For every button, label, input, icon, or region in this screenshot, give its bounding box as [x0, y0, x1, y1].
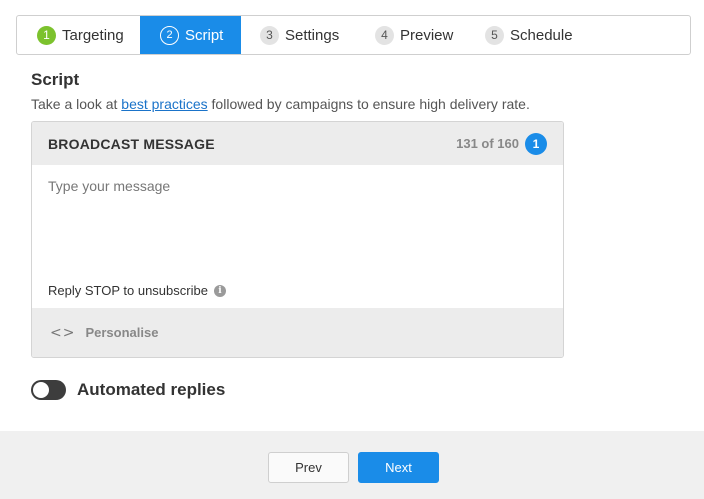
section-title: Script — [31, 70, 80, 89]
info-icon[interactable]: i — [213, 284, 226, 297]
character-count: 131 of 160 — [456, 136, 519, 151]
step-preview[interactable]: 4 Preview — [357, 16, 471, 54]
step-settings[interactable]: 3 Settings — [241, 16, 357, 54]
next-button[interactable]: Next — [358, 452, 439, 483]
message-input[interactable] — [48, 178, 548, 268]
prev-button[interactable]: Prev — [268, 452, 349, 483]
step-script[interactable]: 2 Script — [140, 16, 241, 54]
toggle-knob — [33, 382, 49, 398]
step-number: 5 — [485, 25, 504, 45]
step-label: Script — [185, 26, 224, 44]
step-number: 3 — [260, 25, 279, 45]
step-targeting[interactable]: 1 Targeting — [17, 16, 140, 54]
automated-replies-toggle[interactable] — [31, 380, 66, 400]
step-label: Targeting — [62, 26, 124, 44]
segment-count-badge: 1 — [525, 132, 547, 155]
section-description: Take a look at best practices followed b… — [31, 96, 530, 112]
step-number: 2 — [160, 25, 179, 45]
code-icon: <> — [50, 324, 76, 341]
character-counter: 131 of 160 1 — [456, 132, 547, 155]
description-text: followed by campaigns to ensure high del… — [207, 96, 530, 112]
personalise-button[interactable]: Personalise — [85, 325, 158, 340]
step-label: Settings — [285, 26, 340, 44]
reply-stop-notice: Reply STOP to unsubscribe i — [48, 283, 226, 298]
step-label: Schedule — [510, 26, 573, 44]
card-header: BROADCAST MESSAGE 131 of 160 1 — [32, 122, 563, 165]
automated-replies-row: Automated replies — [31, 380, 225, 400]
reply-stop-text: Reply STOP to unsubscribe — [48, 283, 208, 298]
description-text: Take a look at — [31, 96, 122, 112]
step-schedule[interactable]: 5 Schedule — [471, 16, 581, 54]
wizard-stepper: 1 Targeting 2 Script 3 Settings 4 Previe… — [16, 15, 691, 55]
best-practices-link[interactable]: best practices — [121, 96, 207, 112]
card-title: BROADCAST MESSAGE — [48, 135, 215, 152]
step-number: 4 — [375, 25, 394, 45]
step-number: 1 — [37, 25, 56, 45]
step-label: Preview — [400, 26, 454, 44]
broadcast-message-card: BROADCAST MESSAGE 131 of 160 1 Reply STO… — [31, 121, 564, 358]
personalise-bar[interactable]: <> Personalise — [32, 308, 563, 357]
footer-bar: Prev Next — [0, 431, 704, 499]
automated-replies-label: Automated replies — [77, 380, 226, 399]
